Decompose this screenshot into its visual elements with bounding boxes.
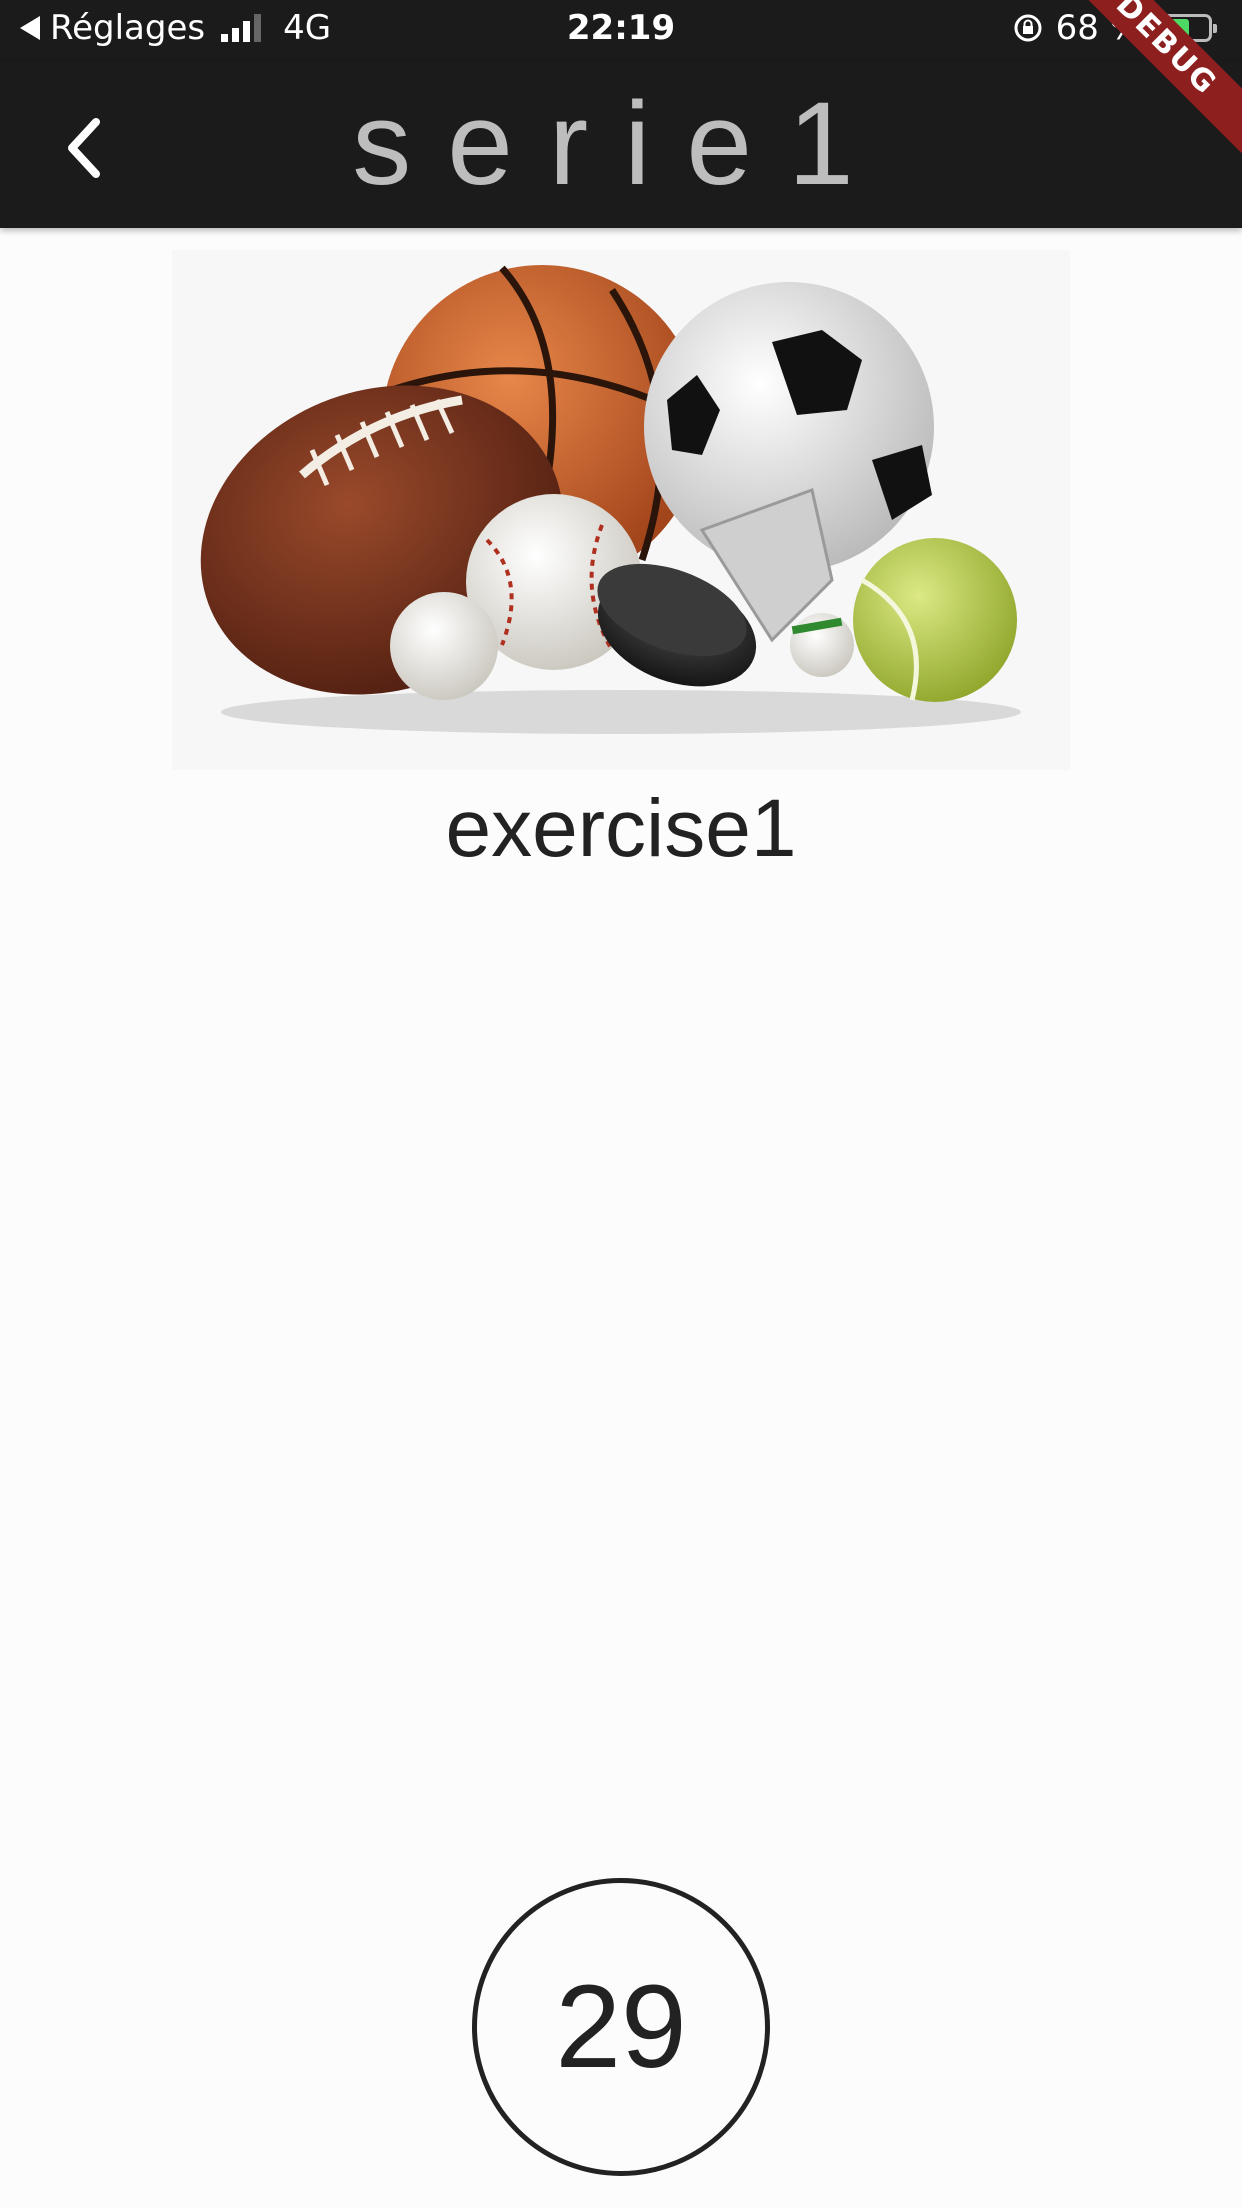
sports-balls-image — [172, 250, 1070, 770]
counter-circle[interactable]: 29 — [472, 1878, 770, 2176]
status-bar: Réglages 4G 22:19 68 % — [0, 0, 1242, 62]
exercise-name: exercise1 — [445, 783, 797, 874]
rotation-lock-icon — [1014, 14, 1042, 42]
counter-value: 29 — [555, 1961, 687, 2093]
page-title: serie1 — [352, 78, 890, 210]
app-bar: serie1 — [0, 62, 1242, 228]
